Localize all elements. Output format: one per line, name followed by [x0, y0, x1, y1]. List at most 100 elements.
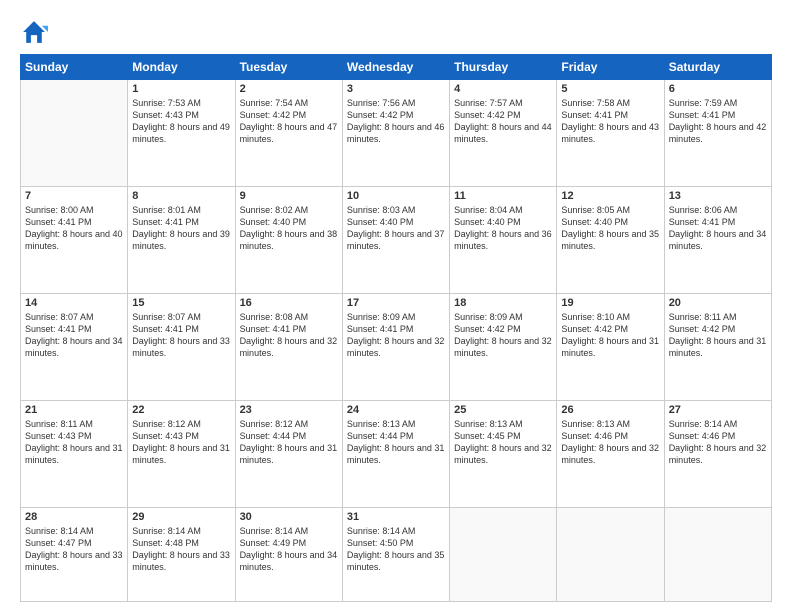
cell-sun-data: Sunrise: 8:14 AM Sunset: 4:48 PM Dayligh…: [132, 525, 230, 574]
cell-sun-data: Sunrise: 8:14 AM Sunset: 4:50 PM Dayligh…: [347, 525, 445, 574]
calendar-table: SundayMondayTuesdayWednesdayThursdayFrid…: [20, 54, 772, 602]
cell-sun-data: Sunrise: 8:07 AM Sunset: 4:41 PM Dayligh…: [25, 311, 123, 360]
calendar-week-4: 21 Sunrise: 8:11 AM Sunset: 4:43 PM Dayli…: [21, 401, 772, 508]
cell-sun-data: Sunrise: 8:11 AM Sunset: 4:43 PM Dayligh…: [25, 418, 123, 467]
cell-sun-data: Sunrise: 7:59 AM Sunset: 4:41 PM Dayligh…: [669, 97, 767, 146]
weekday-header-wednesday: Wednesday: [342, 55, 449, 80]
cell-sun-data: Sunrise: 8:07 AM Sunset: 4:41 PM Dayligh…: [132, 311, 230, 360]
day-number: 17: [347, 297, 445, 309]
calendar-cell: 17Sunrise: 8:09 AM Sunset: 4:41 PM Dayli…: [342, 294, 449, 401]
header: [20, 18, 772, 46]
cell-sun-data: Sunrise: 8:00 AM Sunset: 4:41 PM Dayligh…: [25, 204, 123, 253]
cell-sun-data: Sunrise: 7:54 AM Sunset: 4:42 PM Dayligh…: [240, 97, 338, 146]
calendar-cell: [450, 508, 557, 602]
cell-sun-data: Sunrise: 8:10 AM Sunset: 4:42 PM Dayligh…: [561, 311, 659, 360]
calendar-cell: 31Sunrise: 8:14 AM Sunset: 4:50 PM Dayli…: [342, 508, 449, 602]
calendar-cell: 27 Sunrise: 8:14 AM Sunset: 4:46 PM Dayli…: [664, 401, 771, 508]
calendar-cell: 13 Sunrise: 8:06 AM Sunset: 4:41 PM Dayli…: [664, 187, 771, 294]
cell-sun-data: Sunrise: 8:06 AM Sunset: 4:41 PM Dayligh…: [669, 204, 767, 253]
day-number: 22: [132, 404, 230, 416]
day-number: 12: [561, 190, 659, 202]
weekday-header-row: SundayMondayTuesdayWednesdayThursdayFrid…: [21, 55, 772, 80]
cell-sun-data: Sunrise: 8:04 AM Sunset: 4:40 PM Dayligh…: [454, 204, 552, 253]
calendar-cell: 11 Sunrise: 8:04 AM Sunset: 4:40 PM Dayli…: [450, 187, 557, 294]
calendar-week-3: 14Sunrise: 8:07 AM Sunset: 4:41 PM Dayli…: [21, 294, 772, 401]
day-number: 15: [132, 297, 230, 309]
day-number: 9: [240, 190, 338, 202]
day-number: 25: [454, 404, 552, 416]
calendar-cell: [21, 80, 128, 187]
cell-sun-data: Sunrise: 8:03 AM Sunset: 4:40 PM Dayligh…: [347, 204, 445, 253]
calendar-cell: 20 Sunrise: 8:11 AM Sunset: 4:42 PM Dayli…: [664, 294, 771, 401]
day-number: 20: [669, 297, 767, 309]
cell-sun-data: Sunrise: 8:14 AM Sunset: 4:47 PM Dayligh…: [25, 525, 123, 574]
weekday-header-saturday: Saturday: [664, 55, 771, 80]
cell-sun-data: Sunrise: 7:53 AM Sunset: 4:43 PM Dayligh…: [132, 97, 230, 146]
calendar-cell: 26Sunrise: 8:13 AM Sunset: 4:46 PM Dayli…: [557, 401, 664, 508]
cell-sun-data: Sunrise: 8:01 AM Sunset: 4:41 PM Dayligh…: [132, 204, 230, 253]
calendar-cell: 9 Sunrise: 8:02 AM Sunset: 4:40 PM Daylig…: [235, 187, 342, 294]
cell-sun-data: Sunrise: 8:14 AM Sunset: 4:46 PM Dayligh…: [669, 418, 767, 467]
cell-sun-data: Sunrise: 8:11 AM Sunset: 4:42 PM Dayligh…: [669, 311, 767, 360]
calendar-cell: 28Sunrise: 8:14 AM Sunset: 4:47 PM Dayli…: [21, 508, 128, 602]
day-number: 2: [240, 83, 338, 95]
day-number: 1: [132, 83, 230, 95]
calendar-cell: 4 Sunrise: 7:57 AM Sunset: 4:42 PM Daylig…: [450, 80, 557, 187]
calendar-week-1: 1 Sunrise: 7:53 AM Sunset: 4:43 PM Daylig…: [21, 80, 772, 187]
cell-sun-data: Sunrise: 8:09 AM Sunset: 4:42 PM Dayligh…: [454, 311, 552, 360]
calendar-cell: 7 Sunrise: 8:00 AM Sunset: 4:41 PM Daylig…: [21, 187, 128, 294]
weekday-header-sunday: Sunday: [21, 55, 128, 80]
day-number: 21: [25, 404, 123, 416]
weekday-header-tuesday: Tuesday: [235, 55, 342, 80]
day-number: 30: [240, 511, 338, 523]
calendar-cell: [557, 508, 664, 602]
cell-sun-data: Sunrise: 8:05 AM Sunset: 4:40 PM Dayligh…: [561, 204, 659, 253]
day-number: 7: [25, 190, 123, 202]
cell-sun-data: Sunrise: 8:13 AM Sunset: 4:44 PM Dayligh…: [347, 418, 445, 467]
calendar-cell: 1 Sunrise: 7:53 AM Sunset: 4:43 PM Daylig…: [128, 80, 235, 187]
cell-sun-data: Sunrise: 8:14 AM Sunset: 4:49 PM Dayligh…: [240, 525, 338, 574]
cell-sun-data: Sunrise: 8:12 AM Sunset: 4:44 PM Dayligh…: [240, 418, 338, 467]
calendar-cell: 10Sunrise: 8:03 AM Sunset: 4:40 PM Dayli…: [342, 187, 449, 294]
day-number: 23: [240, 404, 338, 416]
calendar-week-5: 28Sunrise: 8:14 AM Sunset: 4:47 PM Dayli…: [21, 508, 772, 602]
cell-sun-data: Sunrise: 7:58 AM Sunset: 4:41 PM Dayligh…: [561, 97, 659, 146]
calendar-cell: [664, 508, 771, 602]
cell-sun-data: Sunrise: 8:13 AM Sunset: 4:45 PM Dayligh…: [454, 418, 552, 467]
calendar-cell: 21 Sunrise: 8:11 AM Sunset: 4:43 PM Dayli…: [21, 401, 128, 508]
day-number: 13: [669, 190, 767, 202]
weekday-header-friday: Friday: [557, 55, 664, 80]
day-number: 27: [669, 404, 767, 416]
cell-sun-data: Sunrise: 7:56 AM Sunset: 4:42 PM Dayligh…: [347, 97, 445, 146]
logo-icon: [20, 18, 48, 46]
calendar-cell: 3 Sunrise: 7:56 AM Sunset: 4:42 PM Daylig…: [342, 80, 449, 187]
day-number: 16: [240, 297, 338, 309]
day-number: 6: [669, 83, 767, 95]
day-number: 18: [454, 297, 552, 309]
day-number: 4: [454, 83, 552, 95]
calendar-cell: 25 Sunrise: 8:13 AM Sunset: 4:45 PM Dayli…: [450, 401, 557, 508]
day-number: 11: [454, 190, 552, 202]
day-number: 19: [561, 297, 659, 309]
weekday-header-thursday: Thursday: [450, 55, 557, 80]
cell-sun-data: Sunrise: 8:12 AM Sunset: 4:43 PM Dayligh…: [132, 418, 230, 467]
calendar-cell: 15 Sunrise: 8:07 AM Sunset: 4:41 PM Dayli…: [128, 294, 235, 401]
calendar-cell: 19 Sunrise: 8:10 AM Sunset: 4:42 PM Dayli…: [557, 294, 664, 401]
calendar-cell: 30 Sunrise: 8:14 AM Sunset: 4:49 PM Dayli…: [235, 508, 342, 602]
page: SundayMondayTuesdayWednesdayThursdayFrid…: [0, 0, 792, 612]
calendar-cell: 8 Sunrise: 8:01 AM Sunset: 4:41 PM Daylig…: [128, 187, 235, 294]
calendar-cell: 5 Sunrise: 7:58 AM Sunset: 4:41 PM Daylig…: [557, 80, 664, 187]
cell-sun-data: Sunrise: 7:57 AM Sunset: 4:42 PM Dayligh…: [454, 97, 552, 146]
day-number: 5: [561, 83, 659, 95]
cell-sun-data: Sunrise: 8:13 AM Sunset: 4:46 PM Dayligh…: [561, 418, 659, 467]
weekday-header-monday: Monday: [128, 55, 235, 80]
day-number: 8: [132, 190, 230, 202]
day-number: 3: [347, 83, 445, 95]
day-number: 24: [347, 404, 445, 416]
calendar-cell: 6 Sunrise: 7:59 AM Sunset: 4:41 PM Daylig…: [664, 80, 771, 187]
logo: [20, 18, 52, 46]
cell-sun-data: Sunrise: 8:02 AM Sunset: 4:40 PM Dayligh…: [240, 204, 338, 253]
calendar-cell: 23 Sunrise: 8:12 AM Sunset: 4:44 PM Dayli…: [235, 401, 342, 508]
calendar-cell: 2 Sunrise: 7:54 AM Sunset: 4:42 PM Daylig…: [235, 80, 342, 187]
calendar-cell: 22 Sunrise: 8:12 AM Sunset: 4:43 PM Dayli…: [128, 401, 235, 508]
